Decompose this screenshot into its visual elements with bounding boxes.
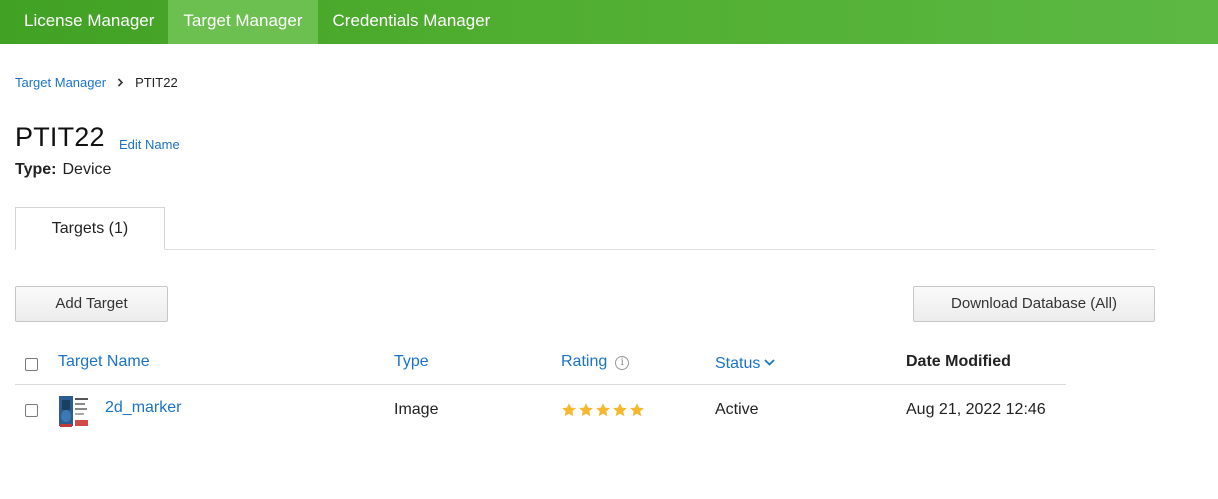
status-badge: Active [715, 401, 759, 418]
status-header-label: Status [715, 355, 761, 372]
breadcrumb-separator-icon [117, 75, 124, 90]
row-checkbox[interactable] [25, 404, 38, 417]
breadcrumb-current: PTIT22 [135, 75, 178, 90]
table-header: Target Name Type Rating i Status Date Mod… [15, 345, 1066, 385]
tab-targets[interactable]: Targets (1) [15, 207, 165, 250]
chevron-down-icon [764, 353, 775, 371]
rating-stars [561, 402, 645, 418]
target-name-link[interactable]: 2d_marker [105, 399, 181, 417]
page-title: PTIT22 [15, 122, 105, 152]
target-thumbnail[interactable] [58, 394, 90, 428]
star-icon [630, 403, 644, 417]
database-type: Type: Device [15, 161, 111, 179]
star-icon [579, 403, 593, 417]
download-database-button[interactable]: Download Database (All) [913, 286, 1155, 322]
column-header-rating[interactable]: Rating i [561, 353, 630, 371]
select-all-checkbox[interactable] [25, 358, 38, 371]
breadcrumb-target-manager-link[interactable]: Target Manager [15, 75, 106, 90]
column-header-status[interactable]: Status [715, 353, 775, 373]
tabs-divider [15, 249, 1155, 250]
breadcrumb: Target Manager PTIT22 [15, 75, 178, 90]
add-target-button[interactable]: Add Target [15, 286, 168, 322]
table-row: 2d_marker Image Active Aug 21, 2022 12:4… [15, 386, 1066, 436]
column-header-type[interactable]: Type [394, 353, 429, 371]
column-header-target-name[interactable]: Target Name [58, 353, 150, 371]
column-header-date-modified: Date Modified [906, 353, 1011, 370]
rating-header-label: Rating [561, 353, 608, 370]
edit-name-link[interactable]: Edit Name [119, 137, 180, 152]
top-navigation: License Manager Target Manager Credentia… [0, 0, 1218, 44]
star-icon [596, 403, 610, 417]
type-value: Device [62, 161, 112, 178]
target-type: Image [394, 401, 439, 418]
star-icon [562, 403, 576, 417]
star-icon [613, 403, 627, 417]
date-modified: Aug 21, 2022 12:46 [906, 401, 1046, 418]
info-icon[interactable]: i [615, 356, 630, 370]
nav-credentials-manager[interactable]: Credentials Manager [318, 0, 506, 44]
type-label: Type: [15, 161, 57, 178]
nav-license-manager[interactable]: License Manager [0, 0, 168, 44]
nav-target-manager[interactable]: Target Manager [168, 0, 318, 44]
